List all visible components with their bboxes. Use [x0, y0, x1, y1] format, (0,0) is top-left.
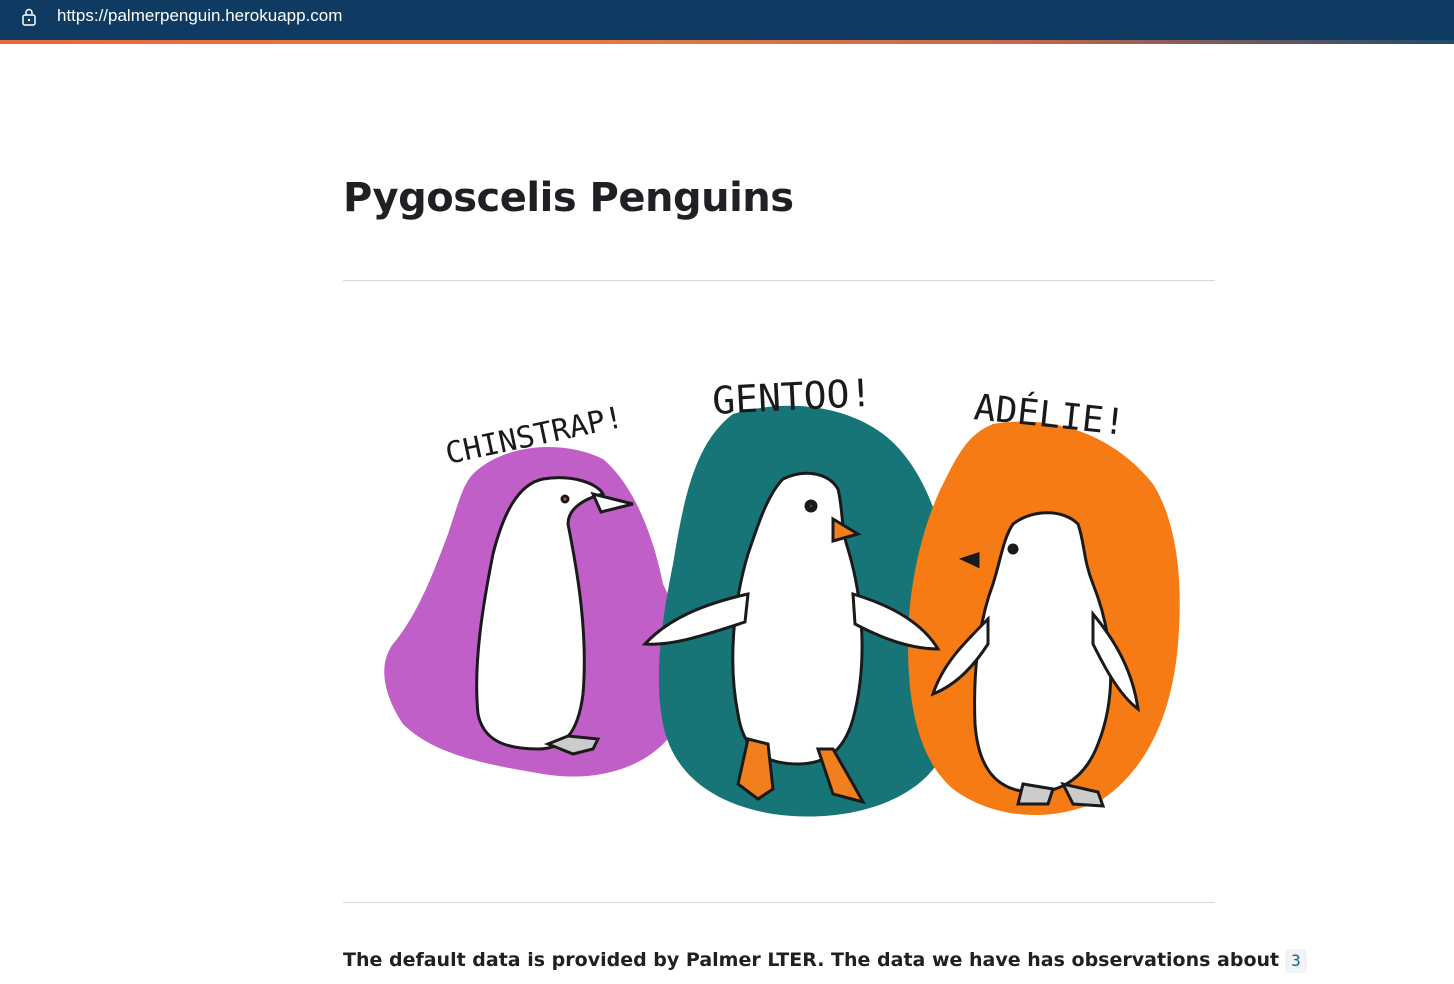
page-title: Pygoscelis Penguins: [343, 175, 794, 221]
species-count-chip: 3: [1285, 949, 1307, 973]
intro-paragraph: The default data is provided by Palmer L…: [343, 944, 1307, 976]
intro-text: The default data is provided by Palmer L…: [343, 949, 1280, 971]
divider-bottom: [343, 902, 1215, 903]
browser-url-bar[interactable]: https://palmerpenguin.herokuapp.com: [0, 0, 1454, 40]
loading-accent-line: [0, 40, 1454, 44]
url-text[interactable]: https://palmerpenguin.herokuapp.com: [57, 5, 342, 27]
penguins-illustration: CHINSTRAP! GENTOO! ADÉLIE!: [384, 371, 1180, 817]
lock-icon: [22, 8, 36, 26]
divider-top: [343, 280, 1215, 281]
gentoo-label: GENTOO!: [711, 371, 873, 423]
